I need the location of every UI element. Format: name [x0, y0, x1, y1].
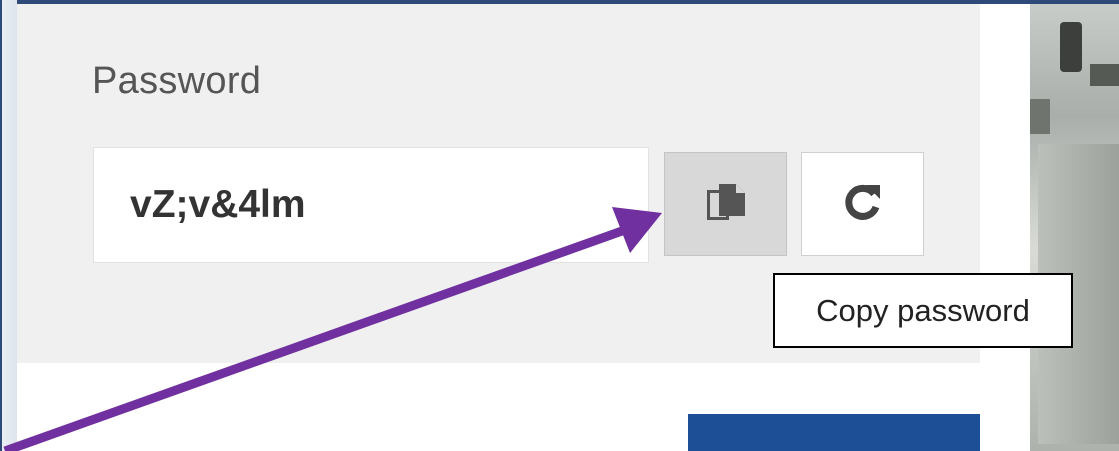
refresh-icon — [840, 179, 886, 230]
copy-password-button[interactable] — [664, 152, 787, 256]
password-label: Password — [92, 60, 262, 102]
window-frame-left — [0, 0, 17, 451]
panel-gutter — [980, 4, 1030, 451]
copy-icon — [703, 180, 749, 229]
copy-password-tooltip: Copy password — [773, 273, 1073, 348]
primary-action-button[interactable] — [688, 414, 980, 451]
background-photo — [1030, 4, 1119, 451]
password-field[interactable] — [93, 147, 649, 263]
regenerate-password-button[interactable] — [801, 152, 924, 256]
